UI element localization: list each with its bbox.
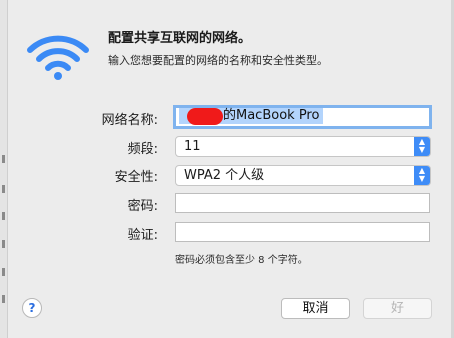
password-hint: 密码必须包含至少 8 个字符。 [175, 255, 308, 266]
cancel-button[interactable]: 取消 [281, 298, 350, 319]
password-label: 密码: [127, 199, 158, 214]
network-name-value: 的MacBook Pro [223, 108, 320, 123]
help-button[interactable]: ? [22, 298, 42, 318]
password-field[interactable] [175, 193, 430, 213]
verify-field[interactable] [175, 222, 430, 242]
channel-value: 11 [184, 139, 201, 154]
chevron-up-down-icon[interactable]: ▲ ▼ [414, 166, 430, 185]
dialog-subtitle: 输入您想要配置的网络的名称和安全性类型。 [108, 54, 328, 67]
security-label: 安全性: [114, 170, 158, 185]
security-select[interactable]: WPA2 个人级 ▲ ▼ [175, 165, 431, 186]
network-name-label: 网络名称: [101, 113, 158, 128]
background-window-edge [0, 0, 8, 338]
verify-label: 验证: [127, 228, 158, 243]
network-name-field[interactable]: 的MacBook Pro [173, 105, 432, 129]
security-value: WPA2 个人级 [184, 168, 265, 183]
wifi-icon [27, 35, 89, 80]
redaction-mark [187, 108, 223, 125]
ok-button[interactable]: 好 [363, 298, 432, 319]
network-name-selection: 的MacBook Pro [179, 108, 324, 125]
channel-label: 频段: [127, 142, 158, 157]
dialog-title: 配置共享互联网的网络。 [108, 31, 252, 46]
channel-select[interactable]: 11 ▲ ▼ [175, 136, 431, 157]
chevron-up-down-icon[interactable]: ▲ ▼ [414, 137, 430, 156]
